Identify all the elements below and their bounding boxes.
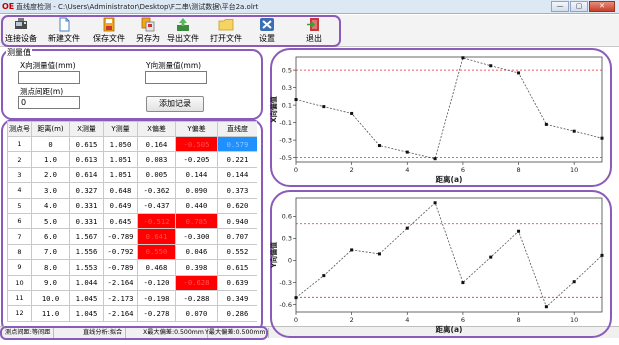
data-point	[322, 274, 326, 278]
data-point	[489, 255, 493, 259]
x-tick-label: 8	[516, 316, 520, 324]
data-point	[517, 229, 521, 233]
y-tick-label: 0	[288, 257, 292, 265]
x-tick-label: 2	[350, 316, 354, 324]
y-deviation-chart: 0 2 4 6 8 10 -0.6 -0.3 0 0.3 0.6 距离(a) Y向偏值	[269, 197, 604, 334]
data-point	[350, 248, 354, 252]
data-point	[572, 280, 576, 284]
x-tick-label: 10	[570, 316, 578, 324]
x-tick-label: 6	[461, 316, 465, 324]
x-tick-label: 0	[294, 316, 298, 324]
y-tick-label: 0.3	[282, 235, 292, 243]
data-point	[600, 253, 604, 257]
x-tick-label: 4	[405, 316, 409, 324]
data-point	[405, 226, 409, 230]
y-tick-label: -0.3	[279, 279, 292, 287]
data-point	[433, 201, 437, 205]
data-point	[544, 305, 548, 309]
plot-area	[295, 197, 603, 313]
x-axis-label: 距离(a)	[436, 324, 463, 334]
data-point	[461, 281, 465, 285]
y-tick-label: -0.6	[279, 301, 292, 309]
data-point	[294, 296, 298, 300]
y-tick-label: 0.6	[282, 213, 292, 221]
y-axis-label: Y向偏值	[269, 242, 278, 269]
data-point	[377, 252, 381, 256]
